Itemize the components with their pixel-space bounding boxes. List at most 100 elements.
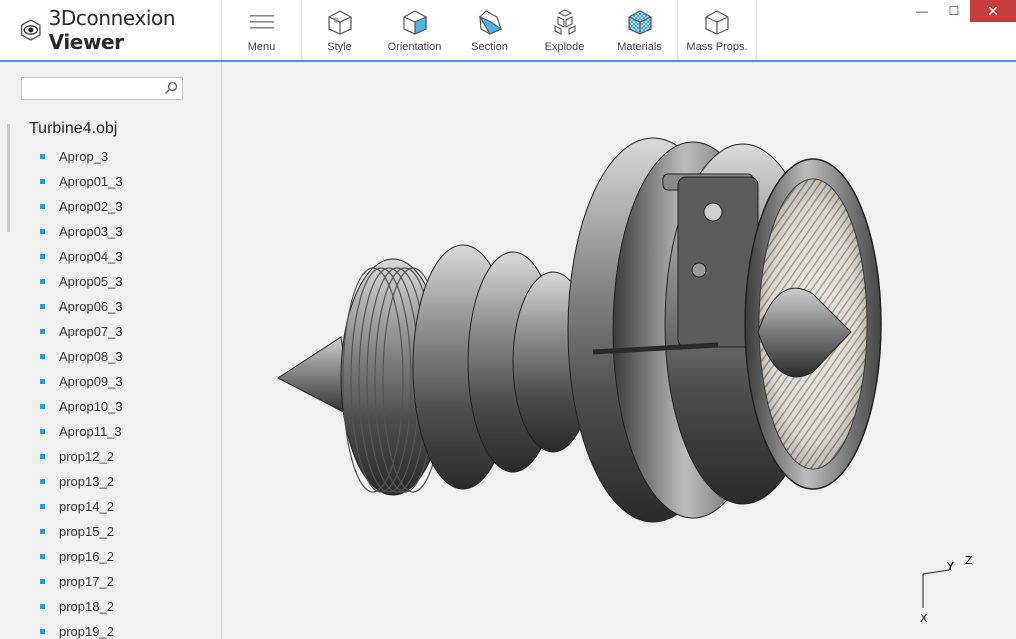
tree-item[interactable]: Aprop01_3 xyxy=(0,169,123,194)
tree-bullet-icon xyxy=(40,329,45,334)
tree-item-label: prop16_2 xyxy=(59,549,114,564)
tree-item-label: prop13_2 xyxy=(59,474,114,489)
style-cube-icon xyxy=(327,9,353,35)
tree-item-label: Aprop01_3 xyxy=(59,174,123,189)
explode-label: Explode xyxy=(544,41,585,53)
axis-z-label: Z xyxy=(965,554,973,567)
orientation-label: Orientation xyxy=(387,41,442,53)
tree-item[interactable]: prop17_2 xyxy=(0,569,123,594)
tree-item-label: Aprop06_3 xyxy=(59,299,123,314)
app-brand: 3Dconnexion Viewer xyxy=(0,0,222,60)
tree-item-label: Aprop08_3 xyxy=(59,349,123,364)
tree-bullet-icon xyxy=(40,279,45,284)
tree-bullet-icon xyxy=(40,629,45,634)
tree-item[interactable]: Aprop_3 xyxy=(0,144,123,169)
app-logo-icon xyxy=(20,19,41,41)
mass-label: Mass Props. xyxy=(686,41,748,53)
materials-cube-icon xyxy=(627,9,653,35)
tree-item[interactable]: prop18_2 xyxy=(0,594,123,619)
tree-item[interactable]: Aprop09_3 xyxy=(0,369,123,394)
close-button[interactable]: ✕ xyxy=(970,0,1016,22)
tree-item-label: Aprop04_3 xyxy=(59,249,123,264)
tree-item[interactable]: Aprop05_3 xyxy=(0,269,123,294)
mass-cube-icon xyxy=(704,9,730,35)
tree-bullet-icon xyxy=(40,229,45,234)
section-label: Section xyxy=(471,41,508,53)
menu-button[interactable]: Menu xyxy=(222,0,302,60)
tree-item-label: prop12_2 xyxy=(59,449,114,464)
tree-list: Aprop_3 Aprop01_3 Aprop02_3 Aprop03_3 Aprop0… xyxy=(0,144,123,639)
orientation-cube-icon xyxy=(402,9,428,35)
tree-item[interactable]: prop15_2 xyxy=(0,519,123,544)
materials-label: Materials xyxy=(617,41,662,53)
3d-viewport[interactable]: Y Z X xyxy=(223,62,1016,639)
tree-item-label: Aprop10_3 xyxy=(59,399,123,414)
tree-bullet-icon xyxy=(40,404,45,409)
toolbar: Menu Style Orientation Section Explode M… xyxy=(222,0,757,60)
tree-item[interactable]: prop19_2 xyxy=(0,619,123,639)
tree-bullet-icon xyxy=(40,304,45,309)
tree-item[interactable]: Aprop10_3 xyxy=(0,394,123,419)
tree-bullet-icon xyxy=(40,429,45,434)
tree-item-label: prop19_2 xyxy=(59,624,114,639)
materials-button[interactable]: Materials xyxy=(602,0,677,60)
app-title: 3Dconnexion Viewer xyxy=(48,6,176,54)
section-cube-icon xyxy=(477,9,503,35)
tree-item[interactable]: Aprop06_3 xyxy=(0,294,123,319)
mass-properties-button[interactable]: Mass Props. xyxy=(677,0,757,60)
header-ribbon: 3Dconnexion Viewer Menu Style Orientatio… xyxy=(0,0,1016,62)
search-input[interactable] xyxy=(22,78,158,99)
tree-bullet-icon xyxy=(40,204,45,209)
explode-cube-icon xyxy=(552,9,578,35)
search-box xyxy=(21,77,183,100)
tree-bullet-icon xyxy=(40,179,45,184)
tree-item[interactable]: Aprop02_3 xyxy=(0,194,123,219)
tree-bullet-icon xyxy=(40,504,45,509)
tree-item-label: Aprop02_3 xyxy=(59,199,123,214)
search-icon[interactable] xyxy=(164,81,178,95)
window-controls: — ☐ ✕ xyxy=(906,0,1016,24)
tree-item-label: prop18_2 xyxy=(59,599,114,614)
tree-bullet-icon xyxy=(40,354,45,359)
maximize-button[interactable]: ☐ xyxy=(938,0,970,22)
tree-root-file[interactable]: Turbine4.obj xyxy=(29,120,117,138)
tree-bullet-icon xyxy=(40,254,45,259)
tree-item-label: prop15_2 xyxy=(59,524,114,539)
menu-label: Menu xyxy=(247,41,276,53)
tree-item[interactable]: Aprop04_3 xyxy=(0,244,123,269)
tree-item[interactable]: Aprop11_3 xyxy=(0,419,123,444)
model-tree-panel: Turbine4.obj Aprop_3 Aprop01_3 Aprop02_3 Ap… xyxy=(0,62,222,639)
section-button[interactable]: Section xyxy=(452,0,527,60)
minimize-button[interactable]: — xyxy=(906,0,938,22)
explode-button[interactable]: Explode xyxy=(527,0,602,60)
tree-item[interactable]: Aprop08_3 xyxy=(0,344,123,369)
tree-item[interactable]: prop14_2 xyxy=(0,494,123,519)
tree-item-label: Aprop03_3 xyxy=(59,224,123,239)
tree-item-label: Aprop09_3 xyxy=(59,374,123,389)
turbine-model[interactable] xyxy=(223,62,1016,639)
style-label: Style xyxy=(327,41,352,53)
tree-item[interactable]: Aprop07_3 xyxy=(0,319,123,344)
tree-item-label: Aprop11_3 xyxy=(59,424,122,439)
tree-bullet-icon xyxy=(40,479,45,484)
tree-item-label: prop17_2 xyxy=(59,574,114,589)
axis-x-label: X xyxy=(920,612,928,625)
tree-item[interactable]: prop13_2 xyxy=(0,469,123,494)
tree-bullet-icon xyxy=(40,554,45,559)
tree-item-label: Aprop05_3 xyxy=(59,274,123,289)
tree-item[interactable]: prop12_2 xyxy=(0,444,123,469)
orientation-button[interactable]: Orientation xyxy=(377,0,452,60)
hamburger-icon xyxy=(249,9,274,35)
tree-item[interactable]: prop16_2 xyxy=(0,544,123,569)
axis-y-label: Y xyxy=(947,560,954,573)
tree-item-label: prop14_2 xyxy=(59,499,114,514)
viewer-window: 3Dconnexion Viewer Menu Style Orientatio… xyxy=(0,0,1016,639)
tree-bullet-icon xyxy=(40,604,45,609)
tree-item-label: Aprop07_3 xyxy=(59,324,123,339)
tree-bullet-icon xyxy=(40,154,45,159)
tree-bullet-icon xyxy=(40,529,45,534)
tree-item[interactable]: Aprop03_3 xyxy=(0,219,123,244)
tree-bullet-icon xyxy=(40,454,45,459)
style-button[interactable]: Style xyxy=(302,0,377,60)
tree-bullet-icon xyxy=(40,379,45,384)
